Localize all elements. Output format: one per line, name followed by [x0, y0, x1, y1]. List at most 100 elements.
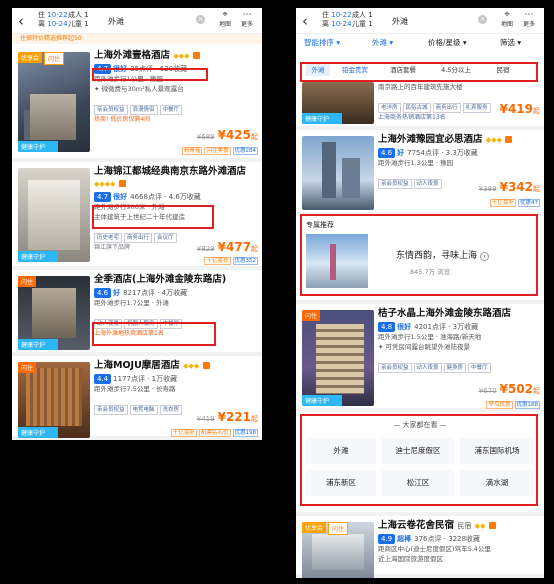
hotel-card[interactable]: 优享会 闪住 上海云卷花舍民宿 民宿 ◆◆ 4.9 超棒 376点评 · 3228收…: [296, 512, 544, 578]
filter-bar: 智能排序 ▾ 外滩 ▾ 价格/星级 ▾ 筛选 ▾: [296, 34, 544, 50]
hotel-photo: 优享会 闪住 健康守护: [18, 52, 90, 152]
rating-row: 4.7 很好 4668点评 · 4.6万收藏: [94, 192, 258, 202]
highlight-box-rating: [92, 68, 208, 81]
search-header: ‹ 住 10-22 离 10-24 成人 1 儿童 1 外滩 × ⌖ 地图 ⋯ 更多: [12, 8, 262, 34]
chevron-down-icon: ▾: [462, 38, 467, 47]
rating-row: 4.4 1177点评 · 1万收藏: [94, 374, 258, 384]
highlight-box-location: [92, 205, 214, 229]
chevron-left-icon[interactable]: ‹: [302, 12, 308, 30]
highlight-box-quick-filters: [300, 62, 538, 82]
price: ¥419 ¥221起: [197, 410, 258, 424]
perk-tags: 十亿豪补 机票钻石价 优惠198: [169, 428, 258, 437]
area-filter[interactable]: 外滩 ▾: [372, 37, 393, 48]
clear-icon[interactable]: ×: [478, 15, 487, 24]
current-price: ¥425: [217, 128, 251, 142]
chevron-down-icon: ▾: [336, 38, 341, 47]
feature-chip: 亲会员权益: [94, 105, 128, 115]
location-input[interactable]: 外滩: [108, 16, 124, 27]
hotel-card[interactable]: 上海外滩豫园宜必思酒店 ◆◆◆ 4.6 好 7754点评 · 3.3万收藏 距外滩步…: [296, 130, 544, 216]
guest-count[interactable]: 成人 1 儿童 1: [68, 11, 89, 29]
clear-icon[interactable]: ×: [196, 15, 205, 24]
guest-count[interactable]: 成人 1 儿童 1: [352, 11, 373, 29]
chevron-down-icon: ▾: [389, 38, 394, 47]
feature-chip: 浪漫情侣: [129, 105, 158, 115]
hotel-name[interactable]: 上海云卷花舍民宿: [378, 520, 454, 531]
flash-stay-tag: 闪住: [18, 276, 37, 287]
fav-count: 4.6万收藏: [168, 193, 201, 201]
hotel-name[interactable]: 全季酒店(上海外滩金陵东路店): [94, 274, 258, 286]
discount-tag: 优惠47: [518, 199, 540, 207]
flash-stay-tag: 闪住: [44, 52, 65, 65]
hotel-photo: 闪住 健康守护: [302, 310, 374, 406]
hotel-card[interactable]: 优享会 闪住 健康守护 上海外滩壹格酒店 ◆◆◆ 4.7 很好 35点评 · 620…: [12, 46, 262, 162]
score-word: 好: [113, 289, 121, 297]
sort-label: 智能排序: [304, 38, 334, 47]
map-button[interactable]: ⌖ 地图: [498, 10, 516, 28]
fav-count: 3228收藏: [448, 535, 481, 543]
map-button[interactable]: ⌖ 地图: [216, 10, 234, 28]
feature-chip: 会议厅: [154, 233, 177, 243]
more-button[interactable]: ⋯ 更多: [520, 10, 538, 28]
hotel-card[interactable]: 闪住 健康守护 桔子水晶上海外滩金陵东路酒店 4.8 很好 4201点评 · 3万收…: [296, 300, 544, 412]
perk-tag: 粉骨摇: [181, 147, 203, 155]
diamond-icon: ◆◆: [474, 522, 486, 530]
flash-stay-tag: 闪住: [18, 362, 37, 373]
rating-row: 4.6 好 8217点评 · 4万收藏: [94, 288, 258, 298]
children-count: 儿童 1: [68, 20, 89, 28]
price-suffix: 起: [251, 415, 258, 423]
original-price: ¥670: [478, 387, 497, 395]
rating-row: 4.6 好 7754点评 · 3.3万收藏: [378, 148, 540, 158]
more-button[interactable]: ⋯ 更多: [238, 10, 256, 28]
feature-chip: 动人夜景: [413, 363, 442, 373]
sort-filter[interactable]: 智能排序 ▾: [304, 37, 340, 48]
highlight-box-tags: [92, 322, 216, 346]
distance-text: 距商区中心(迪士尼度假区)驾车5.4公里: [378, 545, 491, 553]
health-guard-badge: 健康守护: [18, 339, 58, 350]
highlight-text: 南京路上的百年建筑先施大楼: [378, 83, 463, 91]
promo-banner[interactable]: 住宿特价精选推荐起50: [12, 34, 262, 44]
date-range[interactable]: 住 10-22 离 10-24: [322, 11, 352, 29]
feature-chip: 亲会员权益: [94, 405, 128, 415]
feature-chip: 亲会员权益: [378, 363, 412, 373]
hotel-card[interactable]: 健康守护 南京路上的百年建筑先施大楼 老洋房 民俗古城 商务出行 礼宾服务 上海商务热…: [296, 82, 544, 130]
location-input[interactable]: 外滩: [392, 16, 408, 27]
chevron-left-icon[interactable]: ‹: [18, 12, 24, 30]
feature-chip: 民俗古城: [402, 103, 431, 113]
filter-button[interactable]: 筛选 ▾: [500, 37, 521, 48]
health-guard-badge: 健康守护: [18, 251, 58, 262]
price-star-filter[interactable]: 价格/星级 ▾: [428, 37, 467, 48]
filter-label: 筛选: [500, 38, 515, 47]
feature-chip: 商务出行: [124, 233, 153, 243]
hotel-photo: 健康守护: [18, 168, 90, 262]
member-tag: 优享会: [18, 52, 43, 63]
feature-chip: 电竞电脑: [129, 405, 158, 415]
health-guard-badge: 健康守护: [18, 427, 58, 438]
more-label: 更多: [522, 21, 535, 28]
date-range[interactable]: 住 10-22 离 10-24: [38, 11, 68, 29]
diamond-icon: ◆◆◆: [173, 52, 190, 60]
price: ¥689 ¥425起: [197, 128, 258, 142]
score-badge: 4.9: [378, 534, 396, 544]
diamond-icon: ◆◆◆: [183, 362, 200, 370]
hotel-card[interactable]: 闪住 健康守护 上海MOJU摩居酒店 ◆◆◆ 4.4 1177点评 · 1万收藏 …: [12, 356, 262, 440]
perk-tag: 早鸟优惠: [486, 401, 513, 409]
flash-stay-tag: 闪住: [328, 522, 349, 535]
tier-icon: [118, 180, 126, 187]
current-price: ¥342: [499, 180, 533, 194]
review-count: 8217点评: [123, 289, 155, 297]
original-price: ¥689: [196, 133, 215, 141]
map-label: 地图: [218, 21, 231, 28]
hotel-name[interactable]: 上海外滩壹格酒店: [94, 50, 170, 61]
perk-tags: 粉骨摇 闪住美食 优惠284: [180, 146, 258, 155]
hotel-name[interactable]: 桔子水晶上海外滩金陵东路酒店: [378, 308, 511, 319]
hotel-name[interactable]: 上海外滩豫园宜必思酒店: [378, 134, 483, 145]
hotel-name[interactable]: 上海MOJU摩居酒店: [94, 360, 180, 371]
perk-tags: 早鸟优惠 优惠188: [484, 400, 540, 409]
area-label: 外滩: [372, 38, 387, 47]
feature-chip: 健身房: [443, 363, 467, 373]
highlight-text: ✦ 微微费与30m²私人景观露台: [94, 84, 258, 94]
fav-count: 3.3万收藏: [445, 149, 478, 157]
price: ¥419起: [500, 102, 540, 116]
distance-text: 距外滩步行1.7公里 · 外滩: [94, 299, 170, 307]
hotel-name[interactable]: 上海锦江都城经典南京东路外滩酒店: [94, 166, 246, 177]
